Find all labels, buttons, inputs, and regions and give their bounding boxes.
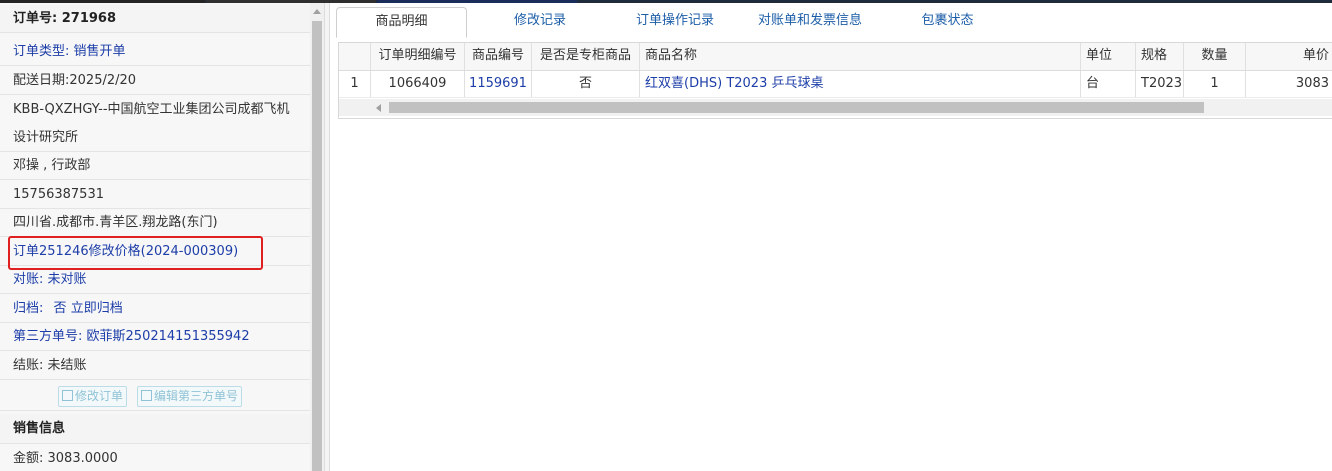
detail-tabs: 商品明细 修改记录 订单操作记录 对账单和发票信息 包裹状态: [330, 3, 1332, 38]
sales-amount: 金额: 3083.0000: [0, 445, 310, 471]
tab-change-log[interactable]: 修改记录: [490, 7, 590, 38]
order-number-header: 订单号: 271968: [0, 5, 310, 33]
edit-order-button[interactable]: 修改订单: [58, 386, 128, 407]
column-header-unit-price[interactable]: 单价: [1246, 43, 1332, 70]
delivery-date: 配送日期:2025/2/20: [0, 67, 310, 95]
third-party-value: 欧菲斯250214151355942: [86, 329, 250, 344]
settlement-label: 结账:: [13, 358, 44, 373]
order-info-panel: 订单号: 271968 订单类型: 销售开单 配送日期:2025/2/20 KB…: [0, 3, 310, 471]
scrollbar-thumb[interactable]: [312, 21, 322, 471]
third-party-label: 第三方单号:: [13, 329, 83, 344]
tab-order-operations[interactable]: 订单操作记录: [620, 7, 730, 38]
grid-header-row: 订单明细编号 商品编号 是否是专柜商品 商品名称 单位 规格 数量 单价: [339, 43, 1332, 71]
product-detail-grid: 订单明细编号 商品编号 是否是专柜商品 商品名称 单位 规格 数量 单价 1 1…: [338, 42, 1332, 119]
contact-person: 邓操 , 行政部: [0, 152, 310, 180]
sales-info-header: 销售信息: [0, 414, 310, 444]
highlight-annotation-box: [8, 236, 263, 270]
column-header-product-name[interactable]: 商品名称: [640, 43, 1081, 70]
edit-third-party-button[interactable]: 编辑第三方单号: [137, 386, 243, 407]
reconcile-value[interactable]: 未对账: [48, 272, 87, 287]
column-header-counter-product[interactable]: 是否是专柜商品: [532, 43, 640, 70]
column-header-quantity[interactable]: 数量: [1184, 43, 1246, 70]
scroll-left-arrow-icon[interactable]: [376, 104, 381, 112]
column-header-index: [339, 43, 371, 70]
grid-horizontal-scrollbar[interactable]: [339, 99, 1332, 116]
edit-icon: [141, 390, 152, 401]
product-name-link[interactable]: 红双喜(DHS) T2023 乒乓球桌: [640, 71, 1081, 97]
detail-no-cell: 1066409: [371, 71, 465, 97]
spec-cell: T2023: [1136, 71, 1184, 97]
archive-row: 归档: 否 立即归档: [0, 295, 310, 323]
column-header-detail-no[interactable]: 订单明细编号: [371, 43, 465, 70]
column-header-unit[interactable]: 单位: [1081, 43, 1136, 70]
company-name-line1: KBB-QXZHGY--中国航空工业集团公司成都飞机: [13, 102, 290, 117]
edit-third-party-button-label: 编辑第三方单号: [154, 389, 239, 403]
company-name-line2: 设计研究所: [0, 124, 310, 152]
reconcile-row: 对账: 未对账: [0, 266, 310, 294]
column-header-product-no[interactable]: 商品编号: [465, 43, 532, 70]
order-number-value: 271968: [61, 11, 117, 26]
reconcile-label: 对账:: [13, 272, 44, 287]
settlement-row: 结账: 未结账: [0, 352, 310, 380]
order-action-buttons: 修改订单 编辑第三方单号: [0, 381, 310, 411]
panel-splitter[interactable]: [324, 3, 330, 471]
edit-order-button-label: 修改订单: [75, 389, 124, 403]
archive-value: 否: [53, 301, 67, 316]
table-row[interactable]: 1 1066409 1159691 否 红双喜(DHS) T2023 乒乓球桌 …: [339, 71, 1332, 98]
order-type-label: 订单类型:: [13, 44, 70, 59]
unit-price-cell: 3083: [1295, 76, 1329, 91]
tab-product-details[interactable]: 商品明细: [336, 7, 467, 38]
left-panel-scrollbar[interactable]: [310, 3, 324, 471]
quantity-cell: 1: [1184, 71, 1246, 97]
order-type-value: 销售开单: [73, 44, 126, 59]
archive-label: 归档:: [13, 301, 44, 316]
contact-phone: 15756387531: [0, 181, 310, 209]
edit-icon: [62, 390, 73, 401]
column-header-spec[interactable]: 规格: [1136, 43, 1184, 70]
third-party-row: 第三方单号: 欧菲斯250214151355942: [0, 323, 310, 351]
unit-cell: 台: [1081, 71, 1136, 97]
settlement-value: 未结账: [47, 358, 87, 373]
product-no-link[interactable]: 1159691: [465, 71, 532, 97]
row-index: 1: [339, 71, 371, 97]
tab-package-status[interactable]: 包裹状态: [900, 7, 995, 38]
order-type-row: 订单类型: 销售开单: [0, 38, 310, 66]
archive-now-link[interactable]: 立即归档: [71, 301, 123, 316]
tab-statement-invoice[interactable]: 对账单和发票信息: [730, 7, 890, 38]
scroll-up-arrow-icon[interactable]: [313, 9, 321, 14]
delivery-address: 四川省.成都市.青羊区.翔龙路(东门): [0, 209, 310, 237]
scrollbar-thumb[interactable]: [389, 102, 1204, 113]
order-number-label: 订单号:: [13, 11, 58, 26]
counter-product-cell: 否: [532, 71, 640, 97]
